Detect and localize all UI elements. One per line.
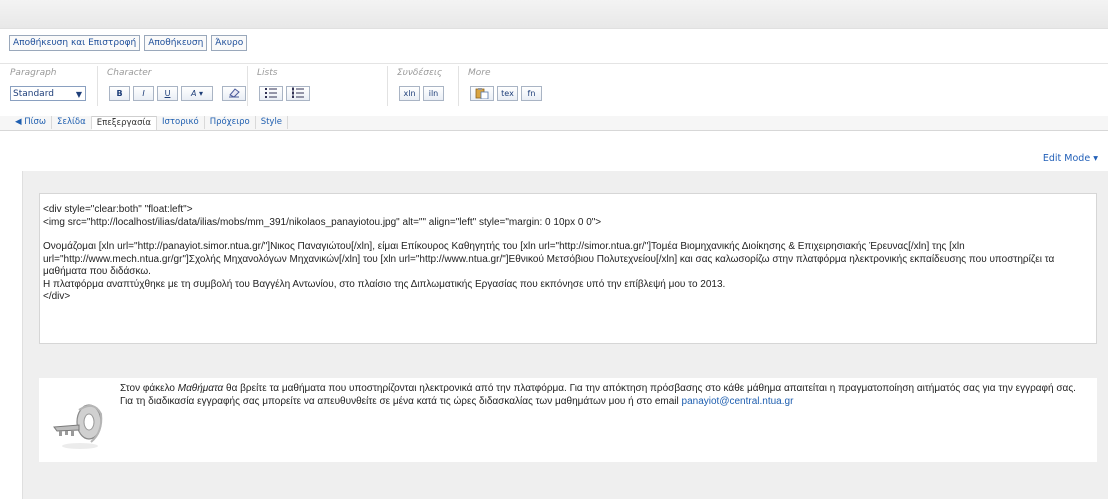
links-tools: xln iln: [399, 86, 444, 101]
eraser-icon: [229, 88, 240, 98]
bullet-list-icon: [265, 88, 277, 98]
top-header-bar: [0, 0, 1108, 29]
tab-page[interactable]: Σελίδα: [52, 116, 92, 129]
italic-button[interactable]: I: [133, 86, 154, 101]
credits-line: Η πλατφόρμα αναπτύχθηκε με τη συμβολή το…: [43, 278, 726, 290]
paste-button[interactable]: [470, 86, 494, 101]
courses-folder-name: Μαθήματα: [177, 383, 224, 394]
tab-style[interactable]: Style: [256, 116, 289, 129]
info-text-before: Στον φάκελο: [120, 383, 178, 394]
chevron-down-icon: ▾: [199, 89, 204, 98]
bold-button[interactable]: B: [109, 86, 130, 101]
tab-bar: ◀ Πίσω Σελίδα Επεξεργασία Ιστορικό Πρόχε…: [0, 116, 1108, 131]
text-color-button[interactable]: A ▾: [181, 86, 213, 101]
tab-clipboard[interactable]: Πρόχειρο: [205, 116, 256, 129]
paragraph-style-value: Standard: [13, 89, 54, 99]
tab-back[interactable]: ◀ Πίσω: [10, 116, 53, 129]
save-and-return-button[interactable]: Αποθήκευση και Επιστροφή: [9, 35, 141, 51]
info-paragraph-block[interactable]: Στον φάκελο Μαθήματα θα βρείτε τα μαθήμα…: [39, 378, 1097, 462]
links-group-label: Συνδέσεις: [397, 68, 443, 78]
character-tools: B I U A ▾: [109, 86, 246, 101]
command-bar: Αποθήκευση και Επιστροφή Αποθήκευση Άκυρ…: [9, 35, 248, 51]
paragraph-style-select[interactable]: Standard ▼: [10, 86, 86, 101]
numbered-list-icon: [292, 87, 304, 98]
tab-history[interactable]: Ιστορικό: [157, 116, 205, 129]
lists-tools: [259, 86, 310, 101]
more-group-label: More: [468, 68, 491, 78]
lists-group-label: Lists: [257, 68, 278, 78]
info-text: Στον φάκελο Μαθήματα θα βρείτε τα μαθήμα…: [120, 383, 1091, 408]
email-link[interactable]: panayiot@central.ntua.gr: [682, 396, 794, 407]
code-line: <div style="clear:both" "float:left">: [43, 204, 193, 215]
group-divider: [387, 66, 388, 106]
chevron-down-icon: ▾: [1093, 153, 1098, 164]
eraser-button[interactable]: [222, 86, 246, 101]
paragraph-group-label: Paragraph: [10, 68, 57, 78]
keys-image: [49, 392, 111, 454]
text-color-label: A: [190, 89, 197, 98]
group-divider: [247, 66, 248, 106]
info-text-after: θα βρείτε τα μαθήματα που υποστηρίζονται…: [120, 383, 1076, 407]
bullet-list-button[interactable]: [259, 86, 283, 101]
tex-button[interactable]: tex: [497, 86, 518, 101]
code-line: <img src="http://localhost/ilias/data/il…: [43, 216, 602, 228]
footnote-button[interactable]: fn: [521, 86, 542, 101]
text-paragraph-block[interactable]: <div style="clear:both" "float:left"> <i…: [39, 193, 1097, 344]
group-divider: [97, 66, 98, 106]
group-divider: [458, 66, 459, 106]
edit-mode-dropdown[interactable]: Edit Mode ▾: [1043, 153, 1098, 164]
iln-button[interactable]: iln: [423, 86, 444, 101]
numbered-list-button[interactable]: [286, 86, 310, 101]
tab-edit[interactable]: Επεξεργασία: [91, 116, 158, 130]
cancel-button[interactable]: Άκυρο: [211, 35, 248, 51]
character-group-label: Character: [107, 68, 152, 78]
save-button[interactable]: Αποθήκευση: [144, 35, 208, 51]
xln-button[interactable]: xln: [399, 86, 420, 101]
chevron-down-icon: ▼: [75, 90, 82, 99]
more-tools: tex fn: [470, 86, 542, 101]
underline-button[interactable]: U: [157, 86, 178, 101]
edit-mode-label: Edit Mode: [1042, 153, 1091, 164]
intro-paragraph: Ονομάζομαι [xln url="http://panayiot.sim…: [43, 241, 1055, 277]
code-line: </div>: [43, 291, 71, 302]
editor-toolbar: Paragraph Standard ▼ Character B I U A ▾…: [0, 63, 1108, 110]
paste-icon: [475, 88, 489, 100]
